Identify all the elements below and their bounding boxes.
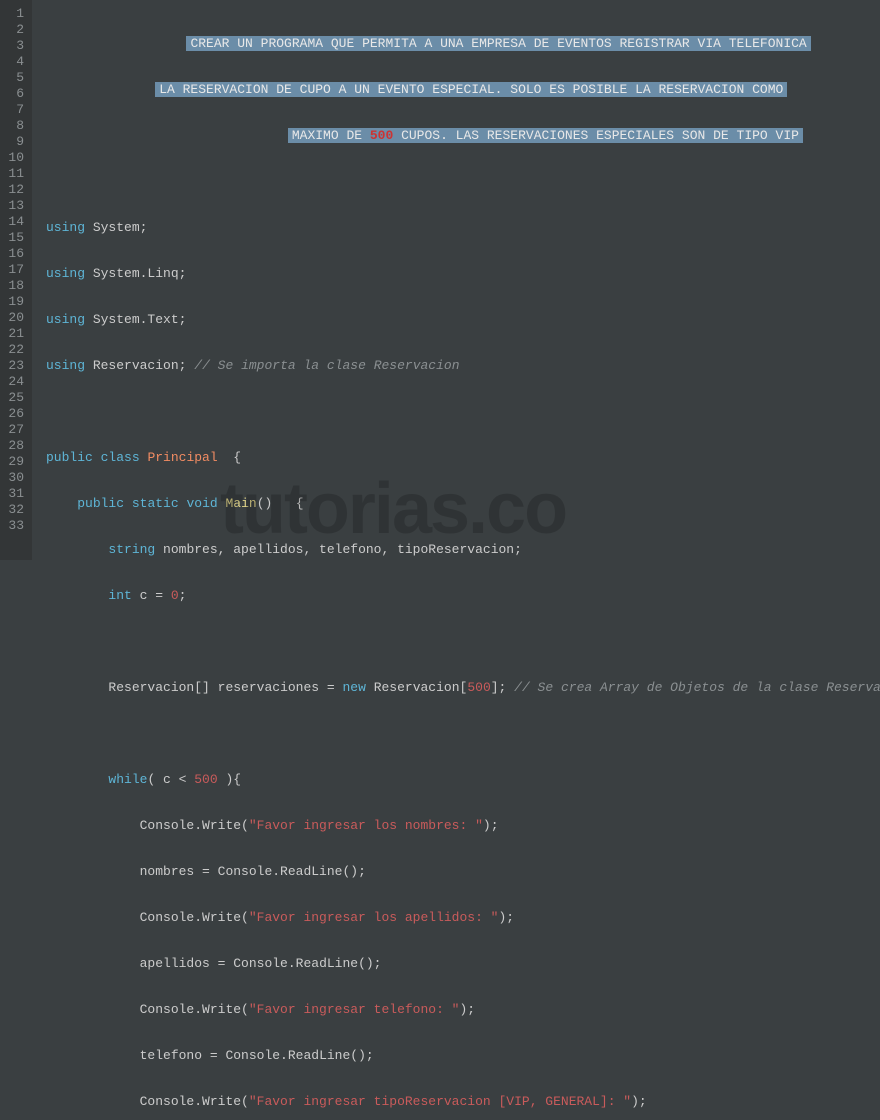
line-number: 14 <box>4 214 24 230</box>
code-line: telefono = Console.ReadLine(); <box>46 1048 880 1064</box>
line-number: 1 <box>4 6 24 22</box>
line-number: 23 <box>4 358 24 374</box>
line-number: 15 <box>4 230 24 246</box>
code-line: LA RESERVACION DE CUPO A UN EVENTO ESPEC… <box>46 82 880 98</box>
line-number: 27 <box>4 422 24 438</box>
line-number: 28 <box>4 438 24 454</box>
line-number: 6 <box>4 86 24 102</box>
line-number: 11 <box>4 166 24 182</box>
line-number: 12 <box>4 182 24 198</box>
code-line: using Reservacion; // Se importa la clas… <box>46 358 880 374</box>
code-line: Console.Write("Favor ingresar los nombre… <box>46 818 880 834</box>
code-line: using System; <box>46 220 880 236</box>
line-number: 8 <box>4 118 24 134</box>
code-line: Console.Write("Favor ingresar los apelli… <box>46 910 880 926</box>
line-number: 20 <box>4 310 24 326</box>
code-line: string nombres, apellidos, telefono, tip… <box>46 542 880 558</box>
line-number: 26 <box>4 406 24 422</box>
code-line <box>46 726 880 742</box>
line-number: 16 <box>4 246 24 262</box>
code-line: CREAR UN PROGRAMA QUE PERMITA A UNA EMPR… <box>46 36 880 52</box>
line-number: 17 <box>4 262 24 278</box>
line-number: 7 <box>4 102 24 118</box>
code-editor: 1234567891011121314151617181920212223242… <box>0 0 880 560</box>
code-area[interactable]: CREAR UN PROGRAMA QUE PERMITA A UNA EMPR… <box>32 0 880 560</box>
code-line <box>46 404 880 420</box>
line-number: 5 <box>4 70 24 86</box>
line-number: 19 <box>4 294 24 310</box>
code-line: MAXIMO DE 500 CUPOS. LAS RESERVACIONES E… <box>46 128 880 144</box>
line-number: 3 <box>4 38 24 54</box>
line-number: 2 <box>4 22 24 38</box>
highlighted-comment: LA RESERVACION DE CUPO A UN EVENTO ESPEC… <box>155 82 787 97</box>
line-number: 4 <box>4 54 24 70</box>
line-number: 10 <box>4 150 24 166</box>
line-number: 32 <box>4 502 24 518</box>
code-line: while( c < 500 ){ <box>46 772 880 788</box>
line-number-gutter: 1234567891011121314151617181920212223242… <box>0 0 32 560</box>
code-line <box>46 174 880 190</box>
code-line: Console.Write("Favor ingresar tipoReserv… <box>46 1094 880 1110</box>
line-number: 21 <box>4 326 24 342</box>
code-line: using System.Text; <box>46 312 880 328</box>
highlighted-comment: MAXIMO DE 500 CUPOS. LAS RESERVACIONES E… <box>288 128 803 143</box>
highlighted-comment: CREAR UN PROGRAMA QUE PERMITA A UNA EMPR… <box>186 36 810 51</box>
code-line: public static void Main() { <box>46 496 880 512</box>
line-number: 31 <box>4 486 24 502</box>
line-number: 22 <box>4 342 24 358</box>
code-line: Reservacion[] reservaciones = new Reserv… <box>46 680 880 696</box>
line-number: 30 <box>4 470 24 486</box>
line-number: 25 <box>4 390 24 406</box>
line-number: 18 <box>4 278 24 294</box>
code-line: Console.Write("Favor ingresar telefono: … <box>46 1002 880 1018</box>
line-number: 29 <box>4 454 24 470</box>
code-line: using System.Linq; <box>46 266 880 282</box>
code-line: int c = 0; <box>46 588 880 604</box>
line-number: 13 <box>4 198 24 214</box>
code-line: nombres = Console.ReadLine(); <box>46 864 880 880</box>
line-number: 24 <box>4 374 24 390</box>
code-line <box>46 634 880 650</box>
code-line: apellidos = Console.ReadLine(); <box>46 956 880 972</box>
code-line: public class Principal { <box>46 450 880 466</box>
line-number: 9 <box>4 134 24 150</box>
line-number: 33 <box>4 518 24 534</box>
